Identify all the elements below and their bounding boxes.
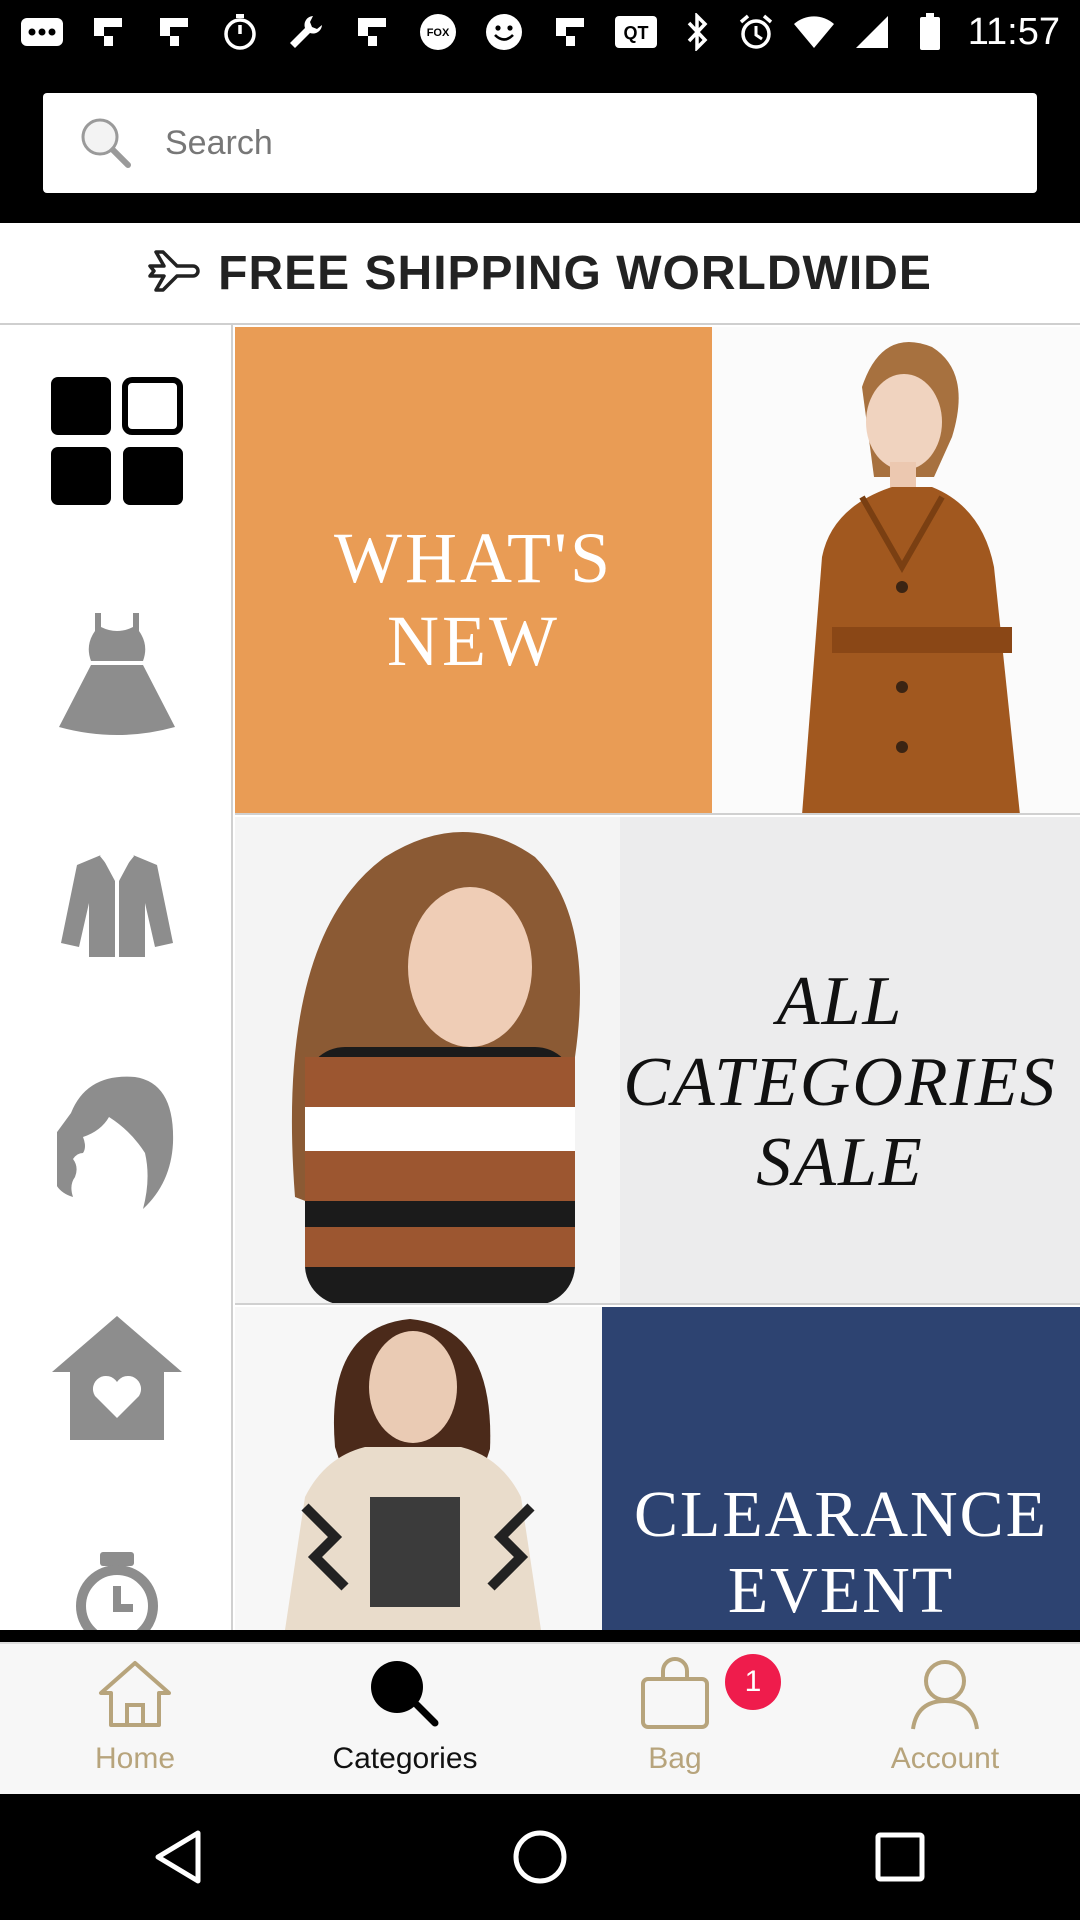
status-bar: FOX QT 11:57 — [0, 0, 1080, 63]
model-photo-cardigan — [235, 1307, 602, 1630]
model-photo-coat — [712, 327, 1080, 813]
back-icon[interactable] — [120, 1797, 240, 1917]
sidebar-item-watches[interactable] — [0, 1505, 233, 1630]
nav-account[interactable]: Account — [810, 1644, 1080, 1794]
bag-icon — [625, 1652, 725, 1736]
whats-new-line2: NEW — [387, 600, 560, 681]
whats-new-tile[interactable]: WHAT'S NEW — [235, 327, 1080, 815]
notification-icons: FOX QT — [20, 8, 658, 56]
fox-sports-icon: FOX — [416, 10, 460, 54]
person-icon — [895, 1652, 995, 1736]
nav-categories-label: Categories — [332, 1742, 478, 1775]
system-navigation-bar — [0, 1794, 1080, 1920]
bottom-navigation: Home Categories Bag 1 Account — [0, 1642, 1080, 1794]
search-icon — [355, 1652, 455, 1736]
timer-icon — [218, 10, 262, 54]
sidebar-item-jackets[interactable] — [0, 808, 233, 1008]
category-content: WHAT'S NEW ALL CATEGORIES SALE CLEARANCE… — [0, 325, 1080, 1630]
sale-line1: ALL — [776, 963, 904, 1040]
clearance-line2: EVENT — [727, 1553, 955, 1627]
home-heart-icon — [50, 1314, 184, 1447]
home-icon — [85, 1652, 185, 1736]
woman-profile-icon — [48, 1073, 177, 1218]
model-photo-striped-sweater — [235, 817, 620, 1303]
flipboard-icon — [548, 10, 592, 54]
dress-icon — [57, 611, 177, 740]
recents-icon[interactable] — [840, 1797, 960, 1917]
watch-icon — [72, 1548, 162, 1630]
category-sidebar — [0, 325, 233, 1630]
smiley-icon — [482, 10, 526, 54]
nav-categories[interactable]: Categories — [270, 1644, 540, 1794]
flipboard-icon — [86, 10, 130, 54]
bluetooth-icon — [678, 10, 718, 54]
clearance-event-text: CLEARANCE EVENT — [602, 1477, 1080, 1629]
all-categories-sale-tile[interactable]: ALL CATEGORIES SALE — [235, 817, 1080, 1305]
flipboard-icon — [152, 10, 196, 54]
nav-bag[interactable]: Bag 1 — [540, 1644, 810, 1794]
wifi-icon — [793, 10, 834, 54]
svg-text:FOX: FOX — [427, 27, 450, 39]
search-input[interactable] — [165, 103, 1037, 183]
more-icon — [20, 10, 64, 54]
qt-icon: QT — [614, 10, 658, 54]
search-icon — [61, 93, 151, 193]
clearance-event-tile[interactable]: CLEARANCE EVENT — [235, 1307, 1080, 1630]
sidebar-item-home[interactable] — [0, 1280, 233, 1480]
home-circle-icon[interactable] — [480, 1797, 600, 1917]
svg-text:QT: QT — [624, 23, 649, 43]
all-categories-sale-text: ALL CATEGORIES SALE — [620, 962, 1060, 1204]
free-shipping-text: FREE SHIPPING WORLDWIDE — [218, 246, 932, 300]
airplane-icon — [148, 248, 204, 299]
system-status-icons: 11:57 — [678, 8, 1060, 56]
signal-icon — [852, 10, 892, 54]
clearance-line1: CLEARANCE — [634, 1478, 1048, 1551]
nav-account-label: Account — [890, 1742, 1000, 1775]
nav-bag-label: Bag — [648, 1742, 702, 1775]
whats-new-line1: WHAT'S — [334, 518, 613, 598]
search-box[interactable] — [43, 93, 1037, 193]
battery-icon — [910, 10, 950, 54]
sidebar-item-all-categories[interactable] — [0, 343, 233, 543]
sale-line3: SALE — [756, 1124, 924, 1201]
grid-icon — [49, 375, 185, 512]
bag-count-badge: 1 — [725, 1654, 781, 1710]
free-shipping-banner[interactable]: FREE SHIPPING WORLDWIDE — [0, 223, 1080, 325]
flipboard-icon — [350, 10, 394, 54]
wrench-icon — [284, 10, 328, 54]
sidebar-item-beauty[interactable] — [0, 1045, 233, 1245]
nav-home-label: Home — [94, 1742, 176, 1775]
sidebar-item-dresses[interactable] — [0, 575, 233, 775]
sale-line2: CATEGORIES — [623, 1043, 1057, 1121]
alarm-icon — [736, 10, 776, 54]
clock: 11:57 — [967, 10, 1060, 53]
nav-home[interactable]: Home — [0, 1644, 270, 1794]
whats-new-text: WHAT'S NEW — [235, 517, 712, 683]
search-header — [0, 63, 1080, 223]
jacket-icon — [57, 851, 177, 966]
